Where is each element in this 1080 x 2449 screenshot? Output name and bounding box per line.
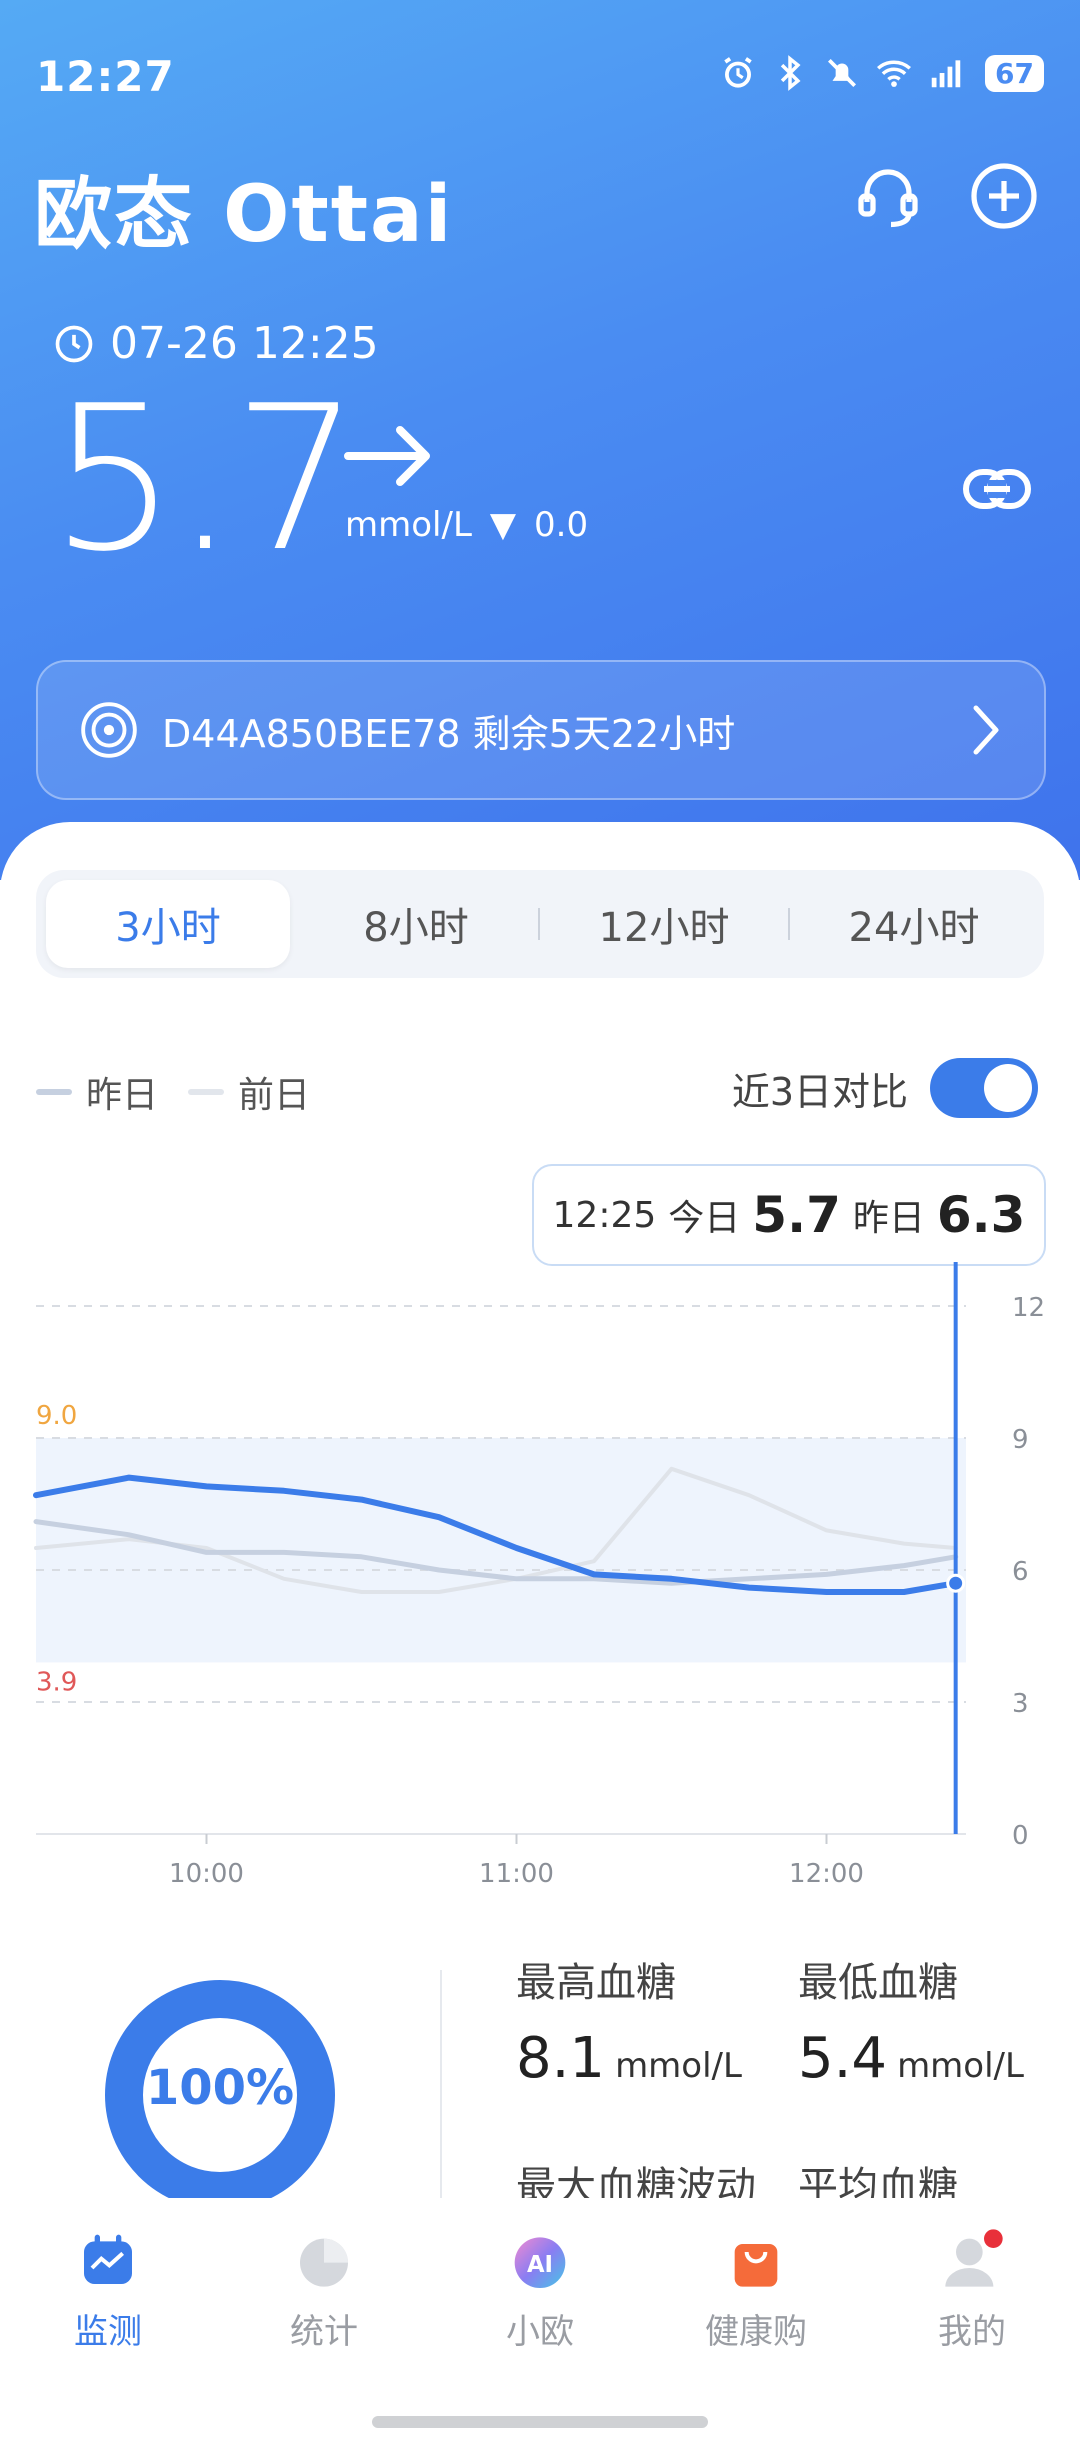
tab-3h[interactable]: 3小时 bbox=[46, 880, 290, 968]
clock-icon bbox=[55, 325, 93, 362]
compare-toggle[interactable] bbox=[930, 1058, 1038, 1118]
tooltip-yesterday-label: 昨日 bbox=[852, 1198, 925, 1239]
trend-arrow-right-icon bbox=[344, 426, 430, 486]
x-tick-label: 10:00 bbox=[169, 1859, 244, 1889]
tooltip-yesterday-value: 6.3 bbox=[936, 1186, 1026, 1244]
tab-8h[interactable]: 8小时 bbox=[294, 880, 538, 968]
compare-label: 近3日对比 bbox=[731, 1069, 908, 1114]
tab-monitor[interactable]: 监测 bbox=[28, 2228, 188, 2353]
x-tick-label: 11:00 bbox=[479, 1859, 554, 1889]
tab-ai[interactable]: AI 小欧 bbox=[460, 2228, 620, 2353]
svg-text:AI: AI bbox=[527, 2252, 553, 2278]
current-point bbox=[946, 1573, 966, 1593]
min-glucose-stat: 最低血糖 5.4 mmol/L bbox=[798, 1950, 1024, 2091]
seg-divider bbox=[538, 908, 540, 940]
signal-icon bbox=[931, 60, 961, 88]
bluetooth-icon bbox=[780, 55, 801, 91]
status-bar: 12:27 67 bbox=[0, 0, 1080, 160]
sensor-label: D44A850BEE78 剩余5天22小时 bbox=[162, 711, 736, 756]
max-glucose-label: 最高血糖 bbox=[516, 1960, 676, 2006]
legend-swatch-yesterday bbox=[36, 1089, 72, 1095]
max-glucose-stat: 最高血糖 8.1 mmol/L bbox=[516, 1950, 742, 2091]
time-range-segment: 3小时 8小时 12小时 24小时 bbox=[36, 870, 1044, 978]
home-indicator[interactable] bbox=[372, 2416, 708, 2428]
reading-timestamp: 07-26 12:25 bbox=[52, 318, 379, 369]
mute-icon bbox=[828, 58, 857, 88]
tooltip-today-label: 今日 bbox=[668, 1198, 741, 1239]
unit-delta: mmol/L ▼ 0.0 bbox=[345, 505, 588, 545]
target-range-band bbox=[36, 1438, 966, 1663]
glucose-chart[interactable]: 0 3 6 9 12 9.0 3.9 10:00 11:00 12:00 bbox=[0, 1262, 1080, 1902]
tab-stats-label: 统计 bbox=[290, 2312, 358, 2352]
summary-divider bbox=[440, 1970, 442, 2198]
tab-monitor-label: 监测 bbox=[74, 2312, 142, 2352]
tab-profile[interactable]: 我的 bbox=[892, 2228, 1052, 2353]
tab-shop-label: 健康购 bbox=[705, 2312, 807, 2352]
add-icon[interactable] bbox=[968, 160, 1040, 232]
legend-yesterday: 昨日 bbox=[86, 1075, 159, 1116]
timestamp-text: 07-26 12:25 bbox=[110, 318, 379, 369]
monitor-icon bbox=[84, 2234, 132, 2284]
seg-divider bbox=[788, 908, 790, 940]
shopping-bag-icon bbox=[734, 2244, 778, 2287]
tab-ai-label: 小欧 bbox=[506, 2312, 574, 2352]
pie-chart-icon bbox=[300, 2238, 348, 2287]
min-glucose-label: 最低血糖 bbox=[798, 1960, 958, 2006]
toggle-knob bbox=[984, 1064, 1032, 1112]
tab-profile-label: 我的 bbox=[938, 2312, 1006, 2352]
battery-indicator: 67 bbox=[985, 54, 1044, 92]
legend-daybefore: 前日 bbox=[238, 1075, 311, 1116]
tab-24h[interactable]: 24小时 bbox=[792, 880, 1036, 968]
delta-down-icon: ▼ bbox=[489, 505, 517, 545]
y-tick-label: 3 bbox=[1012, 1689, 1029, 1719]
y-tick-label: 9 bbox=[1012, 1425, 1029, 1455]
alarm-icon bbox=[724, 57, 752, 88]
max-glucose-unit: mmol/L bbox=[615, 2046, 742, 2086]
chevron-right-icon bbox=[973, 705, 999, 755]
glucose-delta: 0.0 bbox=[534, 505, 589, 545]
profile-icon bbox=[945, 2229, 1003, 2287]
tab-stats[interactable]: 统计 bbox=[244, 2228, 404, 2353]
y-tick-label: 0 bbox=[1012, 1821, 1029, 1851]
target-low-label: 3.9 bbox=[36, 1667, 77, 1697]
max-glucose-value: 8.1 bbox=[516, 2026, 606, 2091]
ai-icon: AI bbox=[514, 2237, 566, 2288]
x-tick-label: 12:00 bbox=[789, 1859, 864, 1889]
status-time: 12:27 bbox=[36, 52, 175, 101]
tooltip-today-value: 5.7 bbox=[752, 1186, 841, 1244]
customer-service-icon[interactable] bbox=[852, 160, 924, 232]
glucose-unit: mmol/L bbox=[345, 505, 472, 545]
glucose-value: 5.7 bbox=[50, 363, 360, 596]
app-brand: 欧态 Ottai bbox=[34, 170, 454, 260]
tab-shop[interactable]: 健康购 bbox=[676, 2228, 836, 2353]
bottom-tab-bar: 监测 统计 AI 小欧 健康购 我的 bbox=[0, 2198, 1080, 2449]
sensor-card[interactable]: D44A850BEE78 剩余5天22小时 bbox=[36, 660, 1046, 800]
chart-tooltip: 12:25 今日 5.7 昨日 6.3 bbox=[532, 1164, 1046, 1266]
min-glucose-unit: mmol/L bbox=[897, 2046, 1024, 2086]
chart-legend: 昨日 前日 bbox=[36, 1066, 310, 1118]
legend-swatch-daybefore bbox=[188, 1089, 225, 1095]
target-high-label: 9.0 bbox=[36, 1401, 77, 1431]
y-tick-label: 12 bbox=[1012, 1293, 1045, 1323]
tab-12h[interactable]: 12小时 bbox=[542, 880, 786, 968]
wifi-icon bbox=[877, 60, 912, 87]
y-tick-label: 6 bbox=[1012, 1557, 1029, 1587]
link-icon[interactable] bbox=[962, 462, 1032, 516]
tir-percentage: 100% bbox=[145, 2060, 295, 2116]
tooltip-time: 12:25 bbox=[552, 1194, 657, 1236]
compare-toggle-row: 近3日对比 bbox=[732, 1058, 1038, 1118]
sensor-icon bbox=[81, 702, 137, 758]
min-glucose-value: 5.4 bbox=[798, 2026, 888, 2091]
